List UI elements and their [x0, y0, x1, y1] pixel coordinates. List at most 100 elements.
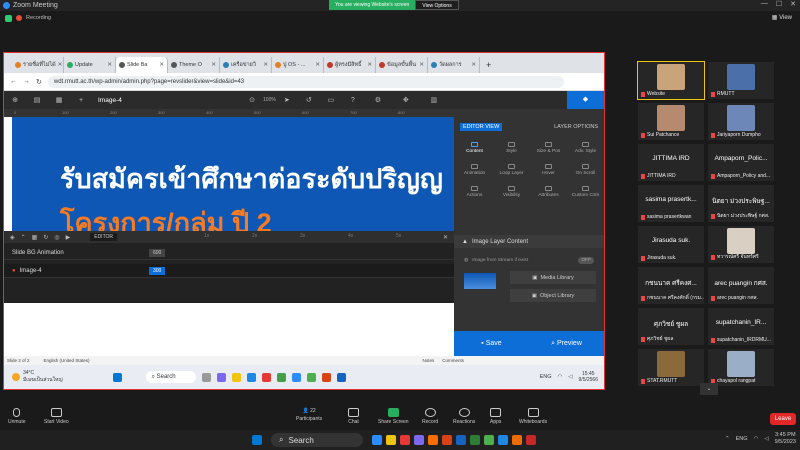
tray-lang[interactable]: ENG [540, 374, 552, 380]
participant-tile[interactable]: arec puangin กศส. arec puangin กศส. [708, 267, 774, 304]
editor-view-label[interactable]: EDITOR VIEW [460, 123, 503, 131]
participant-tile[interactable]: กชนนาค ศรีคงศ... กชนนาค ศรีคงศักดิ์ (กรม.… [638, 267, 704, 304]
timeline-target-icon[interactable]: ◎ [54, 234, 59, 241]
wifi-icon[interactable]: ◠ [754, 436, 759, 442]
image-layer-content-header[interactable]: ▲ Image Layer Content [454, 235, 604, 248]
participant-tile[interactable]: Ampaporn_Polic... Ampaporn_Policy and... [708, 144, 774, 181]
chrome-taskbar-icon[interactable] [400, 435, 410, 445]
layer-option-content[interactable]: Content [456, 137, 493, 159]
timeline-pin-icon[interactable]: ⌃ [21, 234, 26, 241]
share-screen-button[interactable]: Share Screen [378, 408, 409, 425]
apps-button[interactable]: Apps [490, 408, 501, 425]
zoom-app-icon[interactable] [291, 372, 301, 382]
tab-close-icon[interactable]: ✕ [367, 62, 372, 68]
browser-tab[interactable]: รายชื่อที่ไม่ได้ ✕ [12, 57, 64, 73]
browser-tab[interactable]: ปู OS - ... ✕ [272, 57, 324, 73]
participant-tile[interactable]: Jirasuda suk. Jirasuda suk. [638, 226, 704, 263]
browser-tab[interactable]: Theme O ✕ [168, 57, 220, 73]
wordpress-icon[interactable]: ⊕ [4, 96, 26, 104]
layer-option-animation[interactable]: Animation [456, 159, 493, 181]
line-icon[interactable] [306, 372, 316, 382]
url-input[interactable]: wdt.rmutt.ac.th/wp-admin/admin.php?page=… [47, 75, 564, 88]
layer-option-size-pos[interactable]: Size & Pos [530, 137, 567, 159]
navigation-icon[interactable]: ✥ [392, 96, 420, 104]
view-options-button[interactable]: View Options [415, 0, 459, 10]
close-icon[interactable]: ✕ [790, 0, 796, 11]
layers-icon[interactable]: ▦ [48, 96, 70, 104]
participant-tile[interactable]: ศุภวิชย์ ชูผล ศุภวิชย์ ชูผล [638, 308, 704, 345]
layer-option-loop-layer[interactable]: Loop Layer [493, 159, 530, 181]
tab-close-icon[interactable]: ✕ [211, 62, 216, 68]
timeline-refresh-icon[interactable]: ↻ [43, 234, 48, 241]
tab-close-icon[interactable]: ✕ [107, 62, 112, 68]
teams-taskbar-icon[interactable] [414, 435, 424, 445]
slides-icon[interactable]: ▤ [26, 96, 48, 104]
new-tab-button[interactable]: + [480, 57, 497, 73]
slide-headline-2[interactable]: โครงการ/กลุ่ม ปี 2 [60, 201, 272, 232]
tab-close-icon[interactable]: ✕ [471, 62, 476, 68]
whiteboards-button[interactable]: Whiteboards [519, 408, 547, 425]
save-button[interactable]: ▪ Save [454, 340, 529, 347]
layer-option-attributes[interactable]: Attributes [530, 181, 567, 203]
add-layer-icon[interactable]: + [70, 97, 92, 104]
windows-start-icon[interactable] [252, 435, 262, 445]
object-library-button[interactable]: ▣ Object Library [510, 289, 596, 302]
participant-tile[interactable]: นิตยา ม่วงประพิษฐ... นิตยา ม่วงประพิษฐ์ ก… [708, 185, 774, 222]
participant-tile[interactable]: chayapol rangpat [708, 349, 774, 386]
tab-close-icon[interactable]: ✕ [419, 62, 424, 68]
teams-icon[interactable] [216, 372, 226, 382]
reactions-button[interactable]: Reactions [453, 408, 475, 425]
layers-panel-icon[interactable]: ◆ [567, 91, 604, 109]
pdf-taskbar-icon[interactable] [526, 435, 536, 445]
windows-start-icon[interactable] [112, 372, 122, 382]
timeline-row[interactable]: Slide BG Animation 600 [4, 246, 454, 260]
view-button[interactable]: ▦ View [772, 14, 792, 21]
tab-close-icon[interactable]: ✕ [58, 62, 63, 68]
forward-icon[interactable]: → [23, 78, 30, 85]
file-explorer-icon[interactable] [231, 372, 241, 382]
slide-canvas[interactable]: รับสมัครเข้าศึกษาต่อระดับปริญญ โครงการ/ก… [12, 117, 454, 232]
edge-icon[interactable] [246, 372, 256, 382]
notes-button[interactable]: Notes [422, 358, 434, 363]
line-taskbar-icon[interactable] [484, 435, 494, 445]
tab-close-icon[interactable]: ✕ [263, 62, 268, 68]
wifi-icon[interactable]: ◠ [557, 374, 562, 380]
task-view-icon[interactable] [201, 372, 211, 382]
browser-tab[interactable]: Slide Ba ✕ [116, 57, 168, 73]
layer-option-on-scroll[interactable]: On Scroll [567, 159, 604, 181]
explorer-taskbar-icon[interactable] [386, 435, 396, 445]
powerpoint-taskbar-icon[interactable] [442, 435, 452, 445]
back-icon[interactable]: ← [10, 78, 17, 85]
minimize-icon[interactable]: — [761, 0, 768, 11]
word-taskbar-icon[interactable] [456, 435, 466, 445]
weather-widget[interactable]: 34°C มีเมฆเป็นส่วนใหญ่ [12, 370, 63, 384]
maximize-icon[interactable]: ☐ [776, 0, 782, 11]
timeline-row-value[interactable]: 600 [149, 248, 166, 257]
layer-option-style[interactable]: Style [493, 137, 530, 159]
participant-tile[interactable]: RMUTT [708, 62, 774, 99]
timeline-editor-label[interactable]: EDITOR [90, 233, 118, 241]
participant-tile[interactable]: Website [637, 61, 705, 100]
browser-tab[interactable]: Update ✕ [64, 57, 116, 73]
settings-gear-icon[interactable]: ⚙ [364, 96, 392, 104]
help-icon[interactable]: ? [342, 97, 364, 104]
start-video-button[interactable]: Start Video [44, 408, 69, 425]
stream-toggle[interactable]: OFF [578, 256, 594, 264]
edge-taskbar-icon[interactable] [498, 435, 508, 445]
reload-icon[interactable]: ↻ [36, 78, 42, 86]
media-library-button[interactable]: ▣ Media Library [510, 271, 596, 284]
timeline-grid-icon[interactable]: ▦ [32, 234, 38, 241]
language-status[interactable]: English (United States) [44, 358, 90, 363]
layer-option-hover[interactable]: Hover [530, 159, 567, 181]
chat-button[interactable]: Chat [348, 408, 359, 425]
tray-lang[interactable]: ENG [736, 436, 748, 442]
layer-option-custom-css[interactable]: Custom CSS [567, 181, 604, 203]
firefox-taskbar-icon[interactable] [428, 435, 438, 445]
participant-tile[interactable]: STAT.RMUTT [638, 349, 704, 386]
layer-option-actions[interactable]: Actions [456, 181, 493, 203]
timeline-layers-icon[interactable]: ◈ [10, 234, 15, 241]
volume-icon[interactable]: ◁ [568, 374, 572, 380]
layer-option-visibility[interactable]: Visibility [493, 181, 530, 203]
leave-button[interactable]: Leave [770, 413, 796, 425]
app-taskbar-icon[interactable] [512, 435, 522, 445]
